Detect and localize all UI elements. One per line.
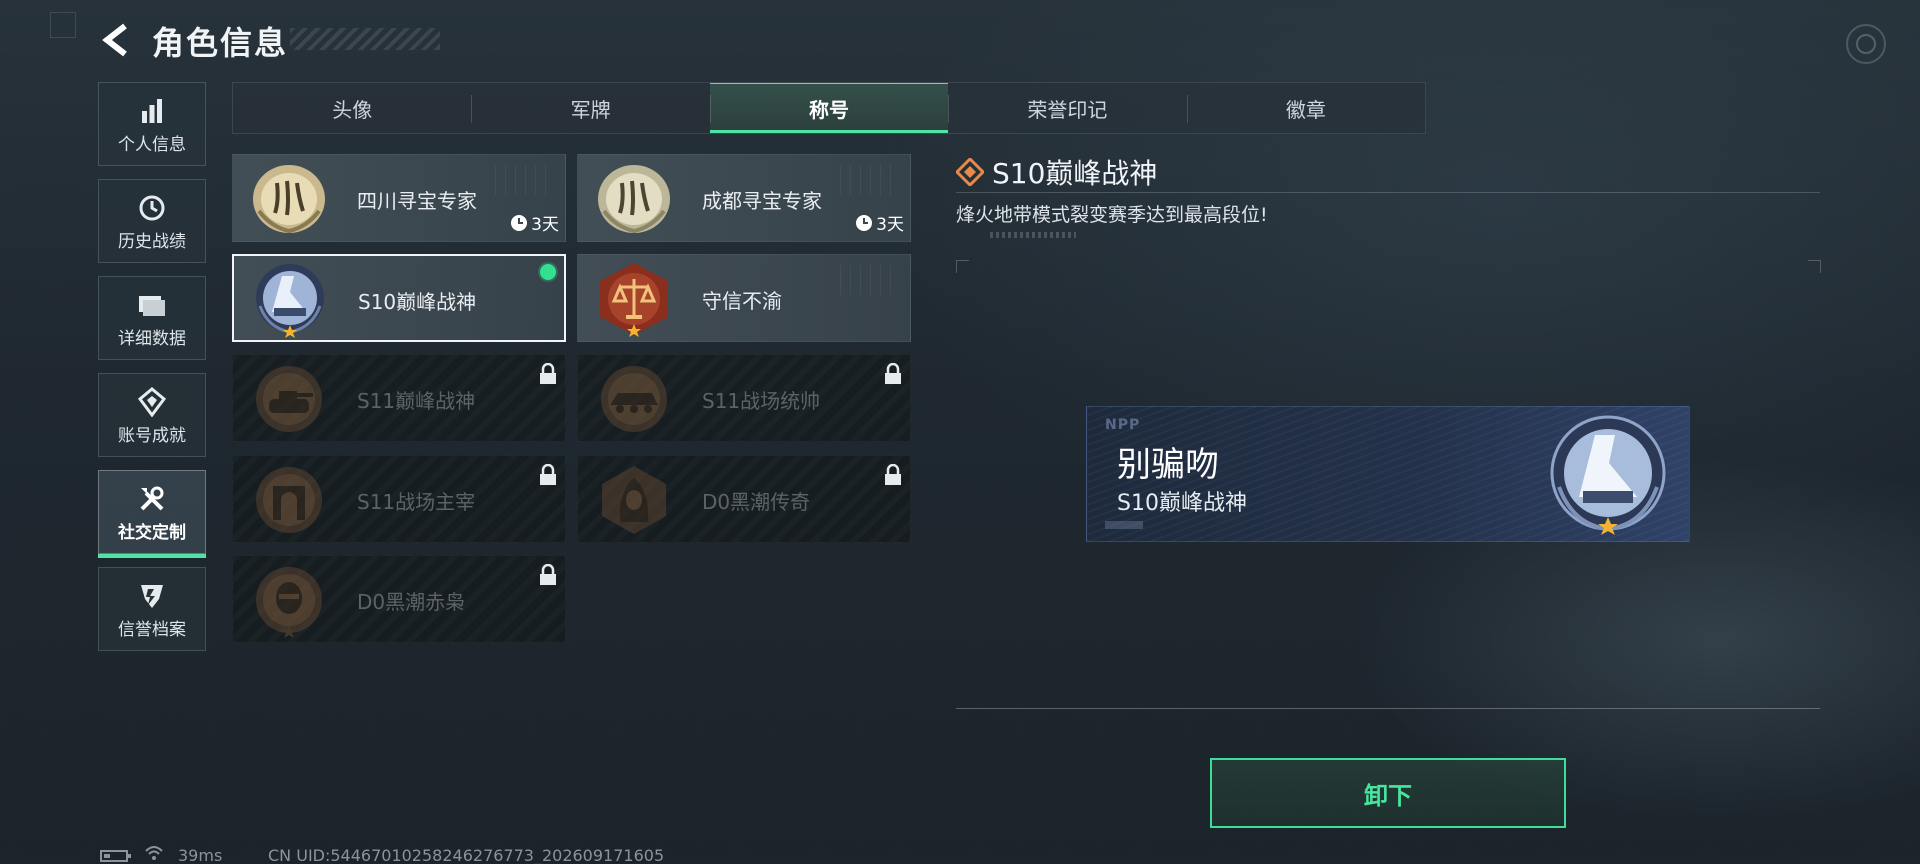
hooded-medal-icon — [602, 466, 666, 534]
folder-icon — [139, 295, 165, 316]
tab-honor-mark[interactable]: 荣誉印记 — [948, 83, 1186, 133]
lock-icon — [540, 363, 556, 384]
back-arrow-icon — [102, 23, 127, 57]
sidebar-item-label: 账号成就 — [118, 425, 186, 446]
sidebar-item-history[interactable]: 历史战绩 — [98, 179, 206, 263]
player-title: S10巅峰战神 — [1117, 491, 1247, 516]
back-button[interactable] — [96, 20, 136, 60]
bar-chart-icon — [142, 98, 162, 123]
title-card-locked[interactable]: D0黑潮赤枭 — [232, 555, 566, 643]
credit-shield-icon — [141, 584, 163, 608]
nameplate-logo: NPP — [1105, 417, 1141, 433]
expiry-timer: 3天 — [855, 210, 904, 235]
active-indicator — [98, 554, 206, 558]
ring-icon — [1856, 34, 1876, 54]
timer-text: 3天 — [876, 215, 904, 235]
tab-dog-tag[interactable]: 军牌 — [471, 83, 709, 133]
title-decoration — [290, 28, 440, 50]
sidebar-item-achievements[interactable]: 账号成就 — [98, 373, 206, 457]
title-name: S11战场统帅 — [702, 389, 821, 413]
title-diamond-icon — [956, 158, 984, 186]
card-decoration — [495, 165, 555, 195]
wifi-icon — [145, 846, 163, 860]
preview-frame-bottom — [956, 708, 1820, 709]
clock-icon — [856, 214, 873, 231]
frame-corner — [956, 260, 969, 273]
title-card[interactable]: 守信不渝 — [577, 254, 911, 342]
tools-icon — [140, 486, 164, 510]
divider — [956, 192, 1820, 193]
sichuan-medal-icon — [253, 165, 325, 234]
sidebar-item-label: 个人信息 — [118, 134, 186, 155]
ping-text: 39ms — [178, 846, 223, 864]
title-card-locked[interactable]: D0黑潮传奇 — [577, 455, 911, 543]
frame-corner — [1808, 260, 1821, 273]
title-name: 成都寻宝专家 — [702, 189, 822, 213]
card-decoration — [840, 165, 900, 195]
clock-icon — [511, 214, 528, 231]
corner-mark — [50, 12, 76, 38]
unequip-button[interactable]: 卸下 — [1210, 758, 1566, 828]
title-name: S10巅峰战神 — [358, 290, 477, 314]
title-card-locked[interactable]: S11战场主宰 — [232, 455, 566, 543]
title-card-locked[interactable]: S11巅峰战神 — [232, 354, 566, 442]
lock-icon — [885, 363, 901, 384]
uid-text: CN UID:5446701025824627677​3_20260917160… — [268, 846, 665, 864]
sidebar-item-profile[interactable]: 个人信息 — [98, 82, 206, 166]
battery-icon — [100, 850, 131, 862]
s10-peak-medal-icon — [256, 264, 324, 338]
title-name: 四川寻宝专家 — [357, 189, 477, 213]
s10-peak-medal-icon — [1550, 415, 1666, 535]
sidebar-item-label: 社交定制 — [118, 522, 186, 543]
description-decoration — [990, 232, 1076, 238]
timer-text: 3天 — [531, 215, 559, 235]
tab-bar: 头像 军牌 称号 荣誉印记 徽章 — [232, 82, 1426, 134]
equipped-indicator — [540, 264, 556, 280]
tab-avatar[interactable]: 头像 — [233, 83, 471, 133]
nameplate-preview: NPP 别骗吻 S10巅峰战神 — [1086, 406, 1690, 542]
title-name: D0黑潮赤枭 — [357, 590, 466, 614]
scales-medal-icon — [600, 263, 668, 337]
card-decoration — [840, 265, 900, 295]
battery-fill — [104, 854, 110, 858]
arch-medal-icon — [256, 467, 322, 533]
sidebar-item-label: 信誉档案 — [118, 619, 186, 640]
tab-badge[interactable]: 徽章 — [1186, 83, 1425, 133]
sidebar-item-social-custom[interactable]: 社交定制 — [98, 470, 206, 554]
lock-icon — [540, 464, 556, 485]
achievement-icon — [137, 386, 167, 417]
clock-icon — [139, 195, 165, 220]
player-name: 别骗吻 — [1117, 445, 1219, 485]
sidebar-item-label: 历史战绩 — [118, 231, 186, 252]
chengdu-medal-icon — [598, 165, 670, 234]
lock-icon — [540, 564, 556, 585]
title-name: 守信不渝 — [702, 289, 782, 313]
lock-icon — [885, 464, 901, 485]
page-title: 角色信息 — [152, 24, 289, 62]
title-card[interactable]: 成都寻宝专家 3天 — [577, 154, 911, 242]
title-name: S11巅峰战神 — [357, 389, 476, 413]
apc-medal-icon — [601, 366, 667, 432]
title-name: D0黑潮传奇 — [702, 490, 811, 514]
title-card[interactable]: 四川寻宝专家 3天 — [232, 154, 566, 242]
detail-title: S10巅峰战神 — [992, 157, 1158, 190]
sidebar-item-label: 详细数据 — [118, 328, 186, 349]
title-card-locked[interactable]: S11战场统帅 — [577, 354, 911, 442]
settings-button[interactable] — [1846, 24, 1886, 64]
tab-title[interactable]: 称号 — [709, 83, 949, 133]
nameplate-tag — [1105, 521, 1143, 529]
expiry-timer: 3天 — [510, 210, 559, 235]
sidebar-item-details[interactable]: 详细数据 — [98, 276, 206, 360]
detail-description: 烽火地带模式裂变赛季达到最高段位! — [956, 204, 1268, 226]
title-name: S11战场主宰 — [357, 490, 476, 514]
sidebar-item-credit[interactable]: 信誉档案 — [98, 567, 206, 651]
title-card-selected[interactable]: S10巅峰战神 — [232, 254, 566, 342]
tank-medal-icon — [256, 366, 322, 432]
masked-medal-icon — [256, 567, 322, 638]
